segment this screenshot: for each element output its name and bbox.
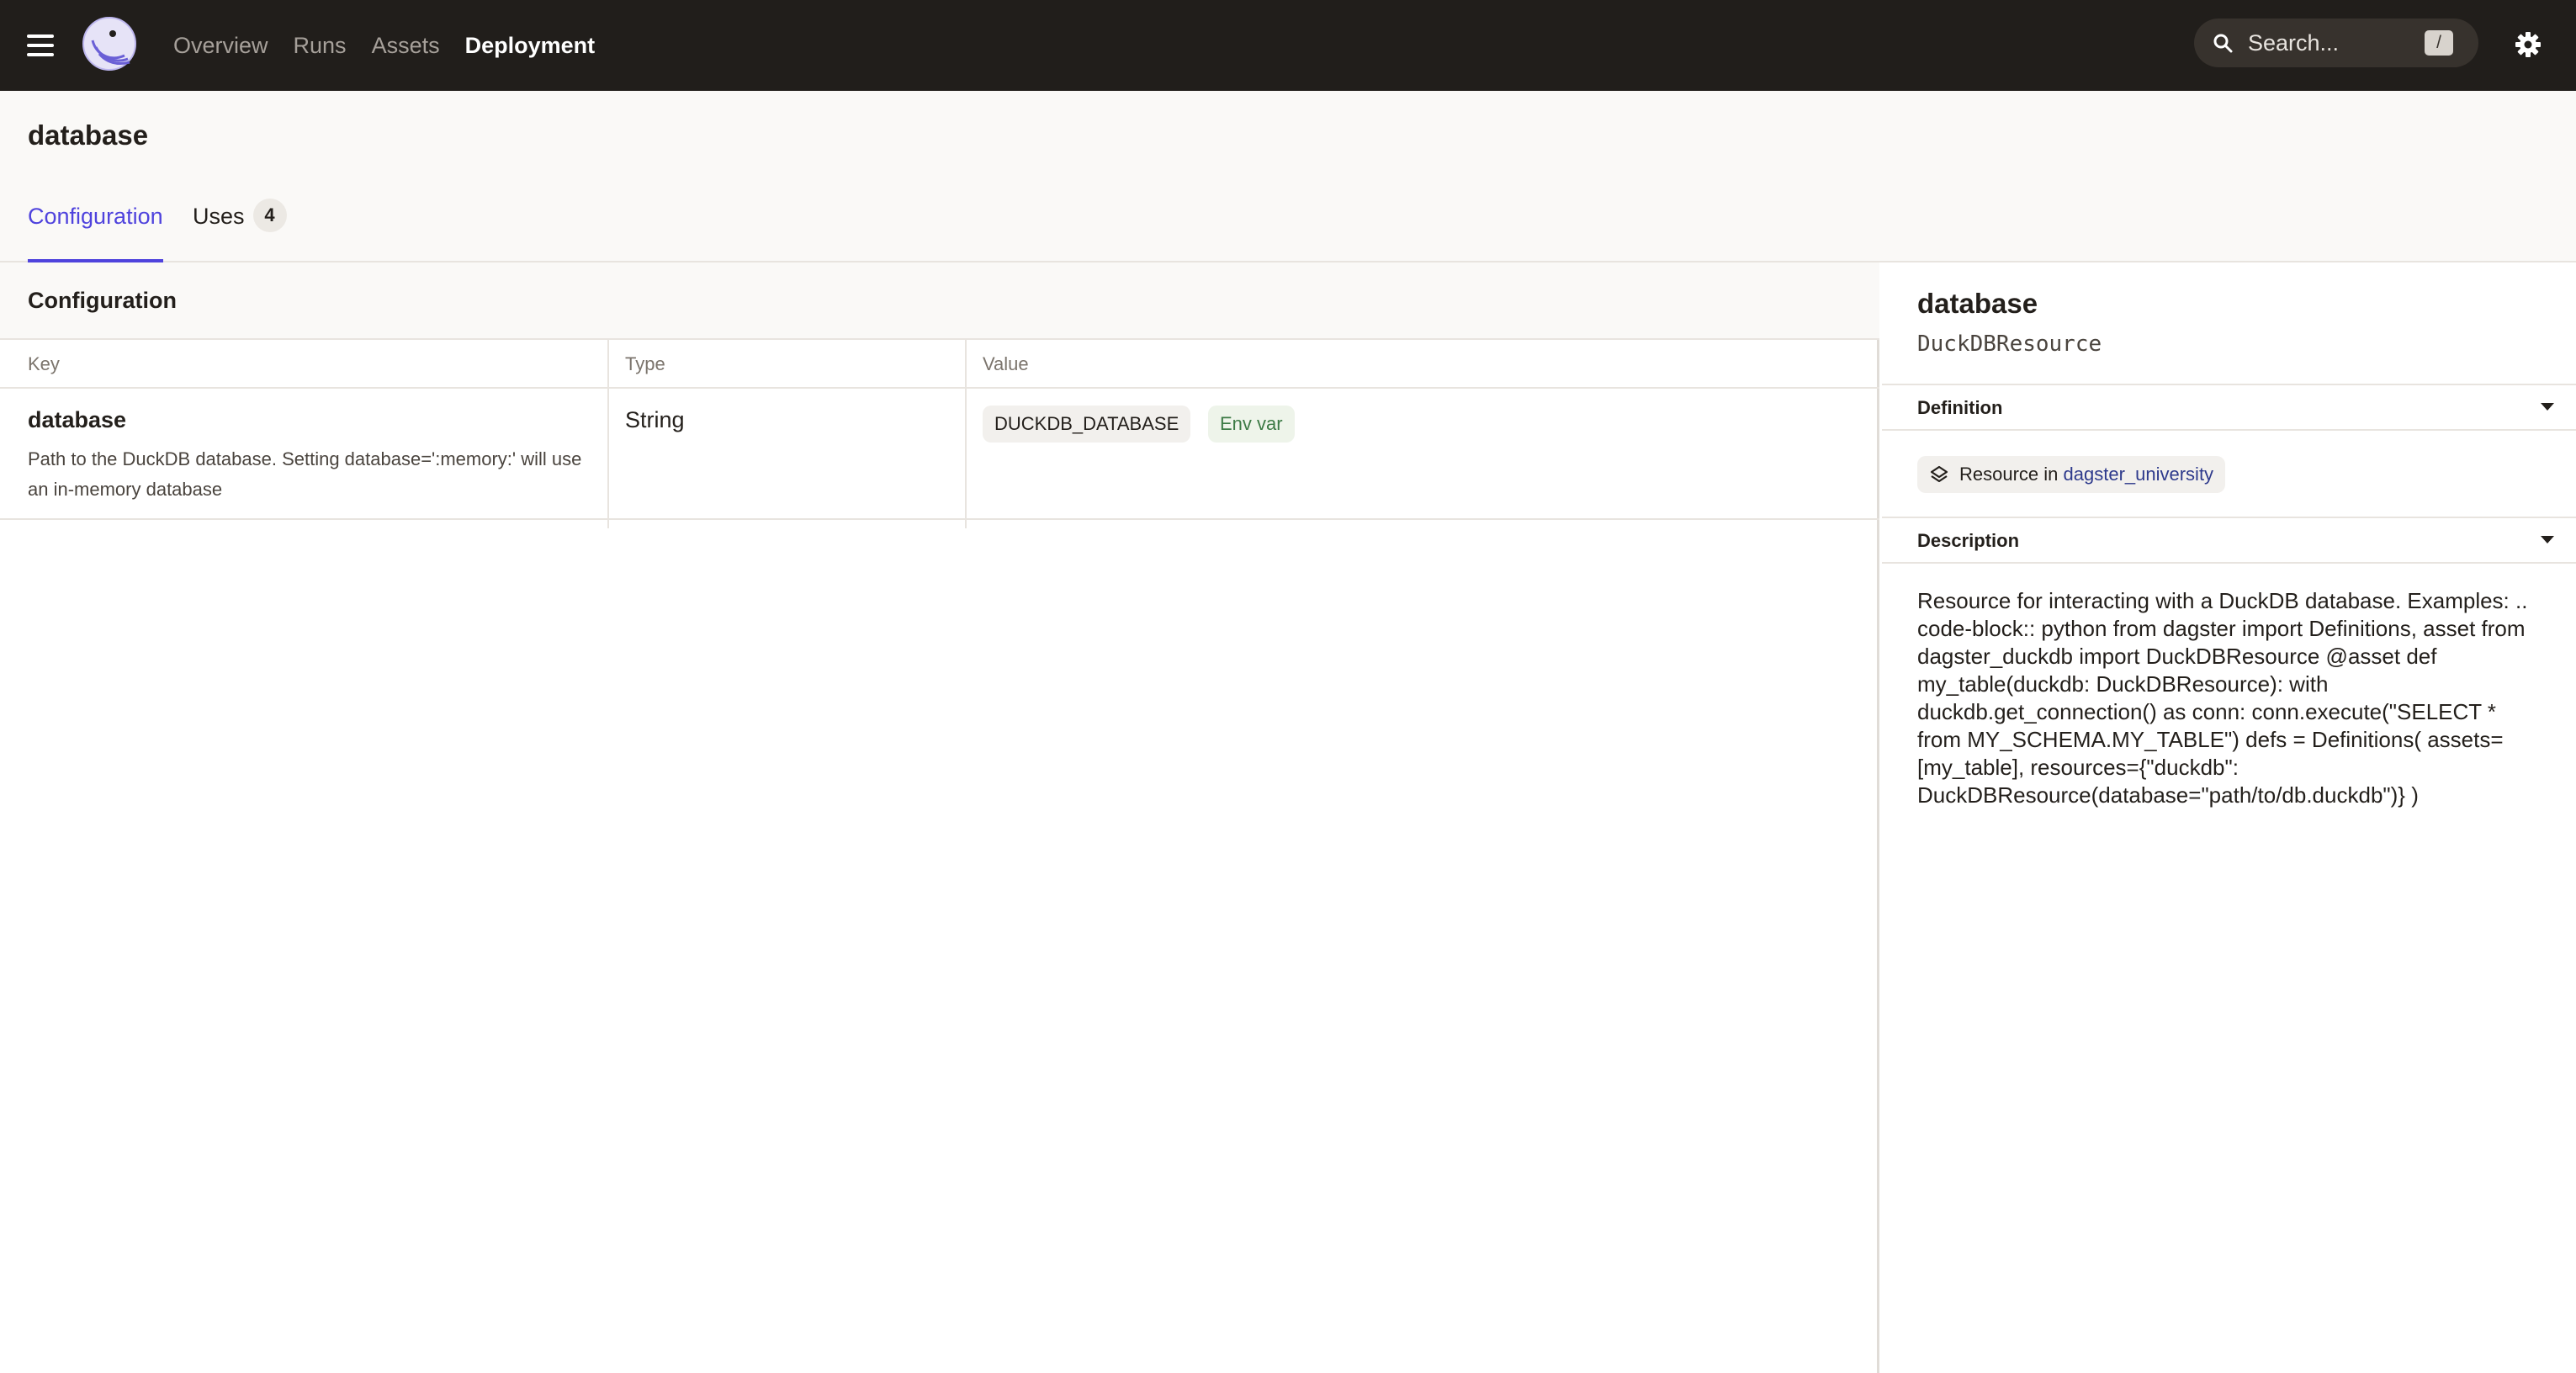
search-shortcut-key: / — [2425, 30, 2453, 56]
definition-label: Definition — [1917, 397, 2003, 418]
table-header: Key Type Value — [0, 340, 1879, 389]
nav-link-assets[interactable]: Assets — [372, 33, 440, 59]
menu-icon[interactable] — [27, 29, 61, 62]
nav-link-deployment[interactable]: Deployment — [465, 33, 596, 59]
config-key-name: database — [28, 407, 127, 432]
chevron-down-icon — [2541, 536, 2554, 543]
nav-link-overview[interactable]: Overview — [173, 33, 268, 59]
search-icon — [2213, 34, 2233, 53]
dagster-logo-icon[interactable] — [81, 15, 138, 72]
tab-uses[interactable]: Uses 4 — [193, 199, 287, 262]
tab-configuration-label: Configuration — [28, 204, 163, 229]
gear-icon[interactable] — [2514, 30, 2542, 59]
config-value-chip: DUCKDB_DATABASE — [983, 406, 1191, 443]
config-key-description: Path to the DuckDB database. Setting dat… — [28, 448, 582, 500]
env-var-tag: Env var — [1208, 406, 1295, 443]
configuration-section-header: Configuration — [0, 262, 1879, 340]
description-section-toggle[interactable]: Description — [1882, 517, 2576, 564]
code-location-link[interactable]: dagster_university — [2064, 464, 2214, 485]
column-header-key: Key — [28, 353, 60, 374]
resource-prefix: Resource in — [1959, 464, 2064, 485]
definition-section-toggle[interactable]: Definition — [1882, 384, 2576, 431]
column-header-value: Value — [983, 353, 1029, 374]
column-header-type: Type — [625, 353, 665, 374]
search-bar[interactable]: / — [2194, 19, 2478, 67]
page-header: database Configuration Uses 4 — [0, 91, 2576, 262]
sidebar-title: database — [1917, 288, 2038, 319]
table-row: database Path to the DuckDB database. Se… — [0, 389, 1879, 520]
top-navigation: Overview Runs Assets Deployment / — [0, 0, 2576, 91]
nav-link-runs[interactable]: Runs — [294, 33, 347, 59]
resource-location-chip: Resource in dagster_university — [1917, 456, 2226, 493]
page-title: database — [28, 119, 149, 151]
config-type: String — [625, 407, 685, 432]
resource-sidebar: database DuckDBResource Definition Resou… — [1882, 262, 2576, 1373]
uses-count-badge: 4 — [252, 199, 287, 232]
layers-icon — [1930, 465, 1948, 483]
description-label: Description — [1917, 530, 2020, 551]
section-title: Configuration — [28, 288, 177, 313]
resource-description: Resource for interacting with a DuckDB d… — [1917, 588, 2528, 808]
chevron-down-icon — [2541, 403, 2554, 411]
configuration-panel: Configuration Key Type Value database Pa… — [0, 262, 1879, 1373]
tab-configuration[interactable]: Configuration — [28, 204, 163, 262]
nav-links: Overview Runs Assets Deployment — [173, 0, 620, 91]
sidebar-subtitle: DuckDBResource — [1917, 331, 2102, 357]
search-input[interactable] — [2248, 27, 2416, 59]
tab-uses-label: Uses — [193, 204, 245, 229]
